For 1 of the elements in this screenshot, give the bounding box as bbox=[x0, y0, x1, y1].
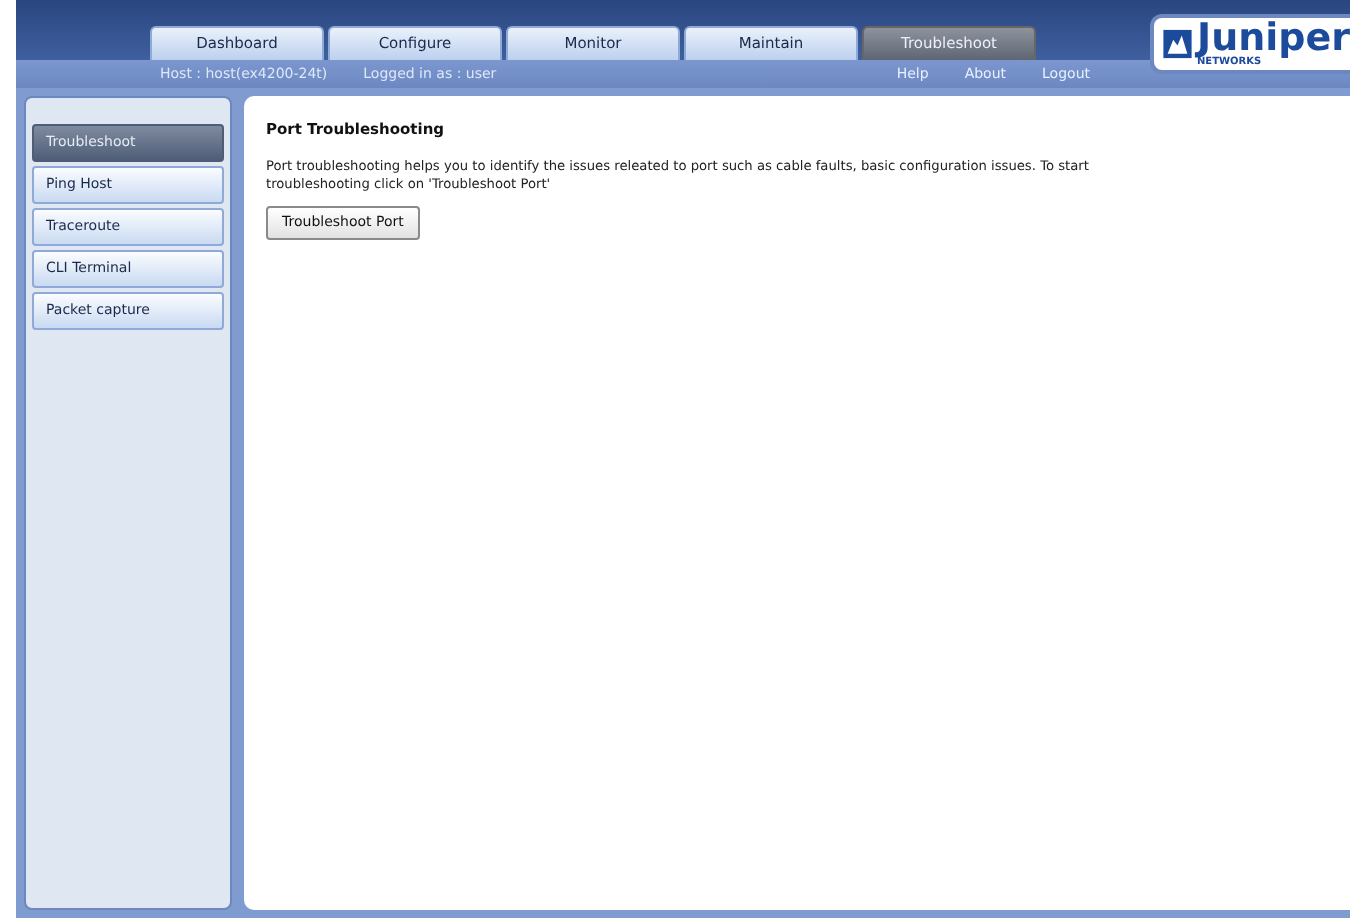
logo-text: Juniper bbox=[1197, 20, 1350, 58]
